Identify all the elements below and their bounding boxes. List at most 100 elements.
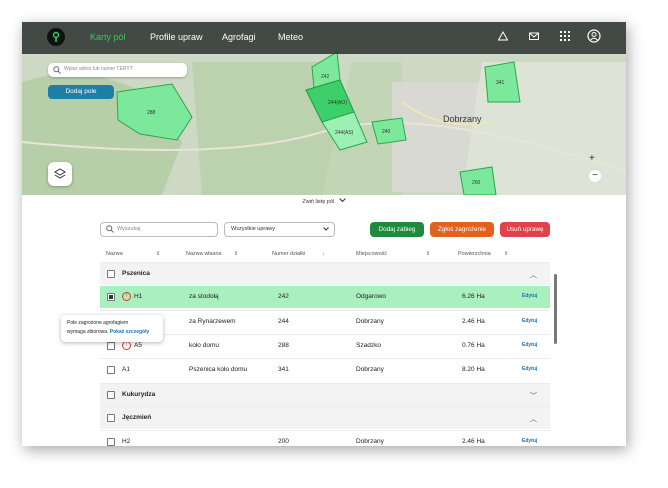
nav-weather[interactable]: Meteo xyxy=(278,32,303,42)
cell-name: H1 xyxy=(134,293,143,300)
cell-area: 8.20 Ha xyxy=(462,366,485,373)
search-icon xyxy=(106,225,114,233)
cell-name: A5 xyxy=(134,342,142,349)
group-checkbox[interactable] xyxy=(107,391,115,399)
chevron-up-icon[interactable]: ︿ xyxy=(530,414,537,424)
svg-text:Dobrzany: Dobrzany xyxy=(443,114,482,124)
col-name[interactable]: Nazwa xyxy=(106,251,123,257)
cell-area: 2.46 Ha xyxy=(462,318,485,325)
table-scrollbar[interactable] xyxy=(554,274,557,344)
col-area[interactable]: Powierzchnia xyxy=(458,251,491,257)
apps-grid-icon[interactable] xyxy=(560,31,570,41)
chevron-down-icon[interactable]: ﹀ xyxy=(530,391,537,401)
svg-text:244(AO): 244(AO) xyxy=(328,100,347,106)
crop-filter-select[interactable]: Wszystkie uprawy xyxy=(224,222,335,237)
collapse-label: Zwiń listę pól xyxy=(302,199,335,205)
remove-crop-button[interactable]: Usuń uprawę xyxy=(500,222,550,237)
sort-icon[interactable]: ⇕ xyxy=(156,251,160,257)
cell-parcel: 341 xyxy=(278,366,289,373)
alert-icon[interactable] xyxy=(498,31,508,41)
zoom-in-button[interactable]: + xyxy=(589,153,595,164)
nav-crop-profiles[interactable]: Profile upraw xyxy=(150,32,203,42)
collapse-list-toggle[interactable]: Zwiń listę pól xyxy=(22,196,626,208)
svg-text:341: 341 xyxy=(496,80,505,86)
list-search-input[interactable]: Wyszukaj xyxy=(100,222,218,237)
col-own-name[interactable]: Nazwa własna xyxy=(186,251,221,257)
table-row[interactable]: ! H1 za stodołą 242 Odgarowo 6.26 Ha Edy… xyxy=(100,286,550,308)
cell-locality: Dobrzany xyxy=(356,318,384,325)
edit-link[interactable]: Edytuj xyxy=(522,342,537,348)
layers-icon xyxy=(54,168,66,179)
table-row[interactable]: za Rynarzewem 244 Dobrzany 2.46 Ha Edytu… xyxy=(100,310,550,333)
app-window: 288 242 244(AO) 244(AS) 341 200 240 Dobr… xyxy=(22,22,626,446)
cell-parcel: 288 xyxy=(278,342,289,349)
cell-locality: Dobrzany xyxy=(356,366,384,373)
map-search-placeholder: Wpisz adres lub numer TERYT xyxy=(64,66,133,72)
edit-link[interactable]: Edytuj xyxy=(522,293,537,299)
svg-text:240: 240 xyxy=(382,129,391,135)
tooltip-line2: wymaga zbiorowa. Pokaż szczegóły xyxy=(67,329,149,335)
parcel-label: 288 xyxy=(147,110,156,116)
warning-icon[interactable]: ! xyxy=(122,341,131,350)
table-row[interactable]: A1 Pszenica koło domu 341 Dobrzany 8.20 … xyxy=(100,358,550,381)
cell-area: 0.76 Ha xyxy=(462,342,485,349)
group-checkbox[interactable] xyxy=(107,270,115,278)
cell-locality: Dobrzany xyxy=(356,438,384,445)
crop-filter-value: Wszystkie uprawy xyxy=(231,226,276,232)
threat-tooltip: Pole zagrożone agrofagiem wymaga zbiorow… xyxy=(61,315,163,342)
chevron-up-icon[interactable]: ︿ xyxy=(530,270,537,280)
show-details-link[interactable]: Pokaż szczegóły xyxy=(110,329,149,335)
group-name: Pszenica xyxy=(122,270,150,277)
cell-own-name: Pszenica koło domu xyxy=(189,366,248,373)
group-name: Kukurydza xyxy=(122,391,156,398)
table-row[interactable]: H2 200 Dobrzany 2.46 Ha Edytuj xyxy=(100,430,550,446)
warning-icon[interactable]: ! xyxy=(122,292,131,301)
col-locality[interactable]: Miejscowość xyxy=(356,251,387,257)
nav-fields[interactable]: Karty pól xyxy=(90,32,126,42)
table-header: Nazwa ⇕ Nazwa własna ⇕ Numer działki ↓ M… xyxy=(100,248,550,260)
edit-link[interactable]: Edytuj xyxy=(522,366,537,372)
group-row[interactable]: Jęczmień ︿ xyxy=(100,406,550,429)
row-checkbox[interactable] xyxy=(107,438,115,446)
chevron-down-icon xyxy=(338,198,346,203)
layers-button[interactable] xyxy=(48,162,72,186)
table-row[interactable]: ! A5 koło domu 288 Szadzko 0.76 Ha Edytu… xyxy=(100,334,550,357)
report-threat-button[interactable]: Zgłoś zagrożenie xyxy=(430,222,494,237)
row-checkbox[interactable] xyxy=(107,293,115,301)
cell-own-name: za stodołą xyxy=(189,293,219,300)
zoom-out-button[interactable]: − xyxy=(589,170,601,182)
group-row[interactable]: Pszenica ︿ xyxy=(100,262,550,285)
group-name: Jęczmień xyxy=(122,414,152,421)
row-checkbox[interactable] xyxy=(107,342,115,350)
edit-link[interactable]: Edytuj xyxy=(522,318,537,324)
top-navigation: Karty pól Profile upraw Agrofagi Meteo xyxy=(22,22,626,54)
sort-icon[interactable]: ⇕ xyxy=(504,251,508,257)
cell-parcel: 244 xyxy=(278,318,289,325)
nav-pests[interactable]: Agrofagi xyxy=(222,32,256,42)
svg-text:242: 242 xyxy=(321,74,330,80)
edit-link[interactable]: Edytuj xyxy=(522,438,537,444)
sort-icon[interactable]: ⇕ xyxy=(234,251,238,257)
tooltip-line1: Pole zagrożone agrofagiem xyxy=(67,320,129,326)
map-search-input[interactable]: Wpisz adres lub numer TERYT xyxy=(48,63,187,77)
search-icon xyxy=(53,66,61,74)
mail-icon[interactable] xyxy=(529,31,539,41)
cell-locality: Szadzko xyxy=(356,342,381,349)
cell-area: 2.46 Ha xyxy=(462,438,485,445)
cell-parcel: 200 xyxy=(278,438,289,445)
col-parcel[interactable]: Numer działki xyxy=(272,251,305,257)
sort-down-icon[interactable]: ↓ xyxy=(322,251,325,257)
row-checkbox[interactable] xyxy=(107,366,115,374)
add-treatment-button[interactable]: Dodaj zabieg xyxy=(370,222,424,237)
user-icon[interactable] xyxy=(587,29,601,43)
cell-parcel: 242 xyxy=(278,293,289,300)
group-row[interactable]: Kukurydza ﹀ xyxy=(100,383,550,406)
svg-text:244(AS): 244(AS) xyxy=(335,130,354,136)
svg-text:200: 200 xyxy=(472,180,481,186)
group-checkbox[interactable] xyxy=(107,414,115,422)
cell-locality: Odgarowo xyxy=(356,293,386,300)
cell-area: 6.26 Ha xyxy=(462,293,485,300)
add-field-button[interactable]: Dodaj pole xyxy=(48,85,114,99)
sort-icon[interactable]: ⇕ xyxy=(426,251,430,257)
app-logo-icon[interactable] xyxy=(47,28,65,46)
